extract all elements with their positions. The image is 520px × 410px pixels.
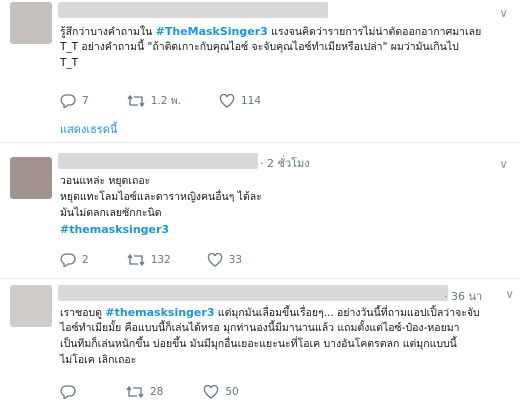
- like-button[interactable]: 33: [207, 253, 242, 267]
- retweet-count: 132: [150, 254, 171, 266]
- reply-button[interactable]: 2: [60, 253, 89, 267]
- tweet-timestamp[interactable]: · 2 ชั่วโมง: [260, 154, 310, 172]
- like-button[interactable]: 114: [219, 93, 262, 108]
- tweet-text-line: เป็นทีมก็เล่นหนักขึ้น บ่อยขึ้น มันมีมุกอ…: [60, 338, 457, 350]
- reply-icon: [60, 253, 76, 267]
- tweet-text-line: มันไม่ตลกเลยซักกะนิด: [60, 207, 162, 219]
- tweet-text-line: หยุดแทะโลมไอซ์และดาราหญิงคนอื่นๆ ได้ละ: [60, 191, 262, 203]
- avatar[interactable]: [10, 285, 52, 327]
- tweet-2[interactable]: · 2 ชั่วโมง ∨ วอนแหล่ะ หยุดเถอะ หยุดแทะโ…: [0, 143, 520, 273]
- retweet-icon: [127, 253, 145, 267]
- retweet-icon: [126, 385, 144, 399]
- heart-icon: [207, 253, 222, 267]
- avatar[interactable]: [10, 2, 52, 44]
- like-count: 33: [228, 254, 243, 266]
- hashtag-link[interactable]: #themasksinger3: [60, 222, 169, 237]
- retweet-button[interactable]: 132: [127, 253, 171, 267]
- tweet-text-line: เราชอบดู #themasksinger3 แต่มุกมันเลื่อม…: [60, 306, 480, 319]
- tweet-timestamp[interactable]: · 36 นา: [444, 287, 482, 305]
- retweet-icon: [127, 94, 145, 107]
- retweet-button[interactable]: 1.2 พ.: [127, 92, 181, 109]
- avatar[interactable]: [10, 157, 52, 199]
- chevron-down-icon[interactable]: ∨: [499, 6, 508, 20]
- author-name-blurred[interactable]: [58, 2, 328, 18]
- author-name-blurred[interactable]: [58, 285, 448, 301]
- tweet-text-line: T_T อย่างคำถามนี้ "ถ้าติดเกาะกับคุณไอซ์ …: [60, 41, 459, 53]
- reply-button[interactable]: [60, 385, 82, 399]
- hashtag-link[interactable]: #themasksinger3: [105, 306, 214, 319]
- tweet-actions: 28 50: [60, 385, 277, 399]
- tweet-text-line: รู้สึกว่าบางคำถามใน #TheMaskSinger3 แรงจ…: [60, 25, 482, 38]
- tweet-1[interactable]: ∨ รู้สึกว่าบางคำถามใน #TheMaskSinger3 แร…: [0, 0, 520, 138]
- retweet-count: 28: [150, 386, 164, 398]
- tweet-text-line: ไอซ์ทำเมียมั้ย คือแบบนี้ก็เล่นได้หรอ มุก…: [60, 322, 460, 334]
- reply-icon: [60, 385, 76, 399]
- reply-count: 7: [82, 94, 89, 107]
- heart-icon: [219, 93, 235, 108]
- tweet-actions: 7 1.2 พ. 114: [60, 92, 299, 109]
- tweet-text-line: T_T: [60, 57, 79, 69]
- tweet-actions: 2 132 33: [60, 253, 280, 267]
- tweet-text-line: ไม่โอเค เลิกเถอะ: [60, 354, 137, 366]
- reply-count: 2: [82, 254, 89, 266]
- retweet-count: 1.2 พ.: [150, 95, 181, 107]
- like-count: 114: [240, 94, 262, 107]
- tweet-text-line: วอนแหล่ะ หยุดเถอะ: [60, 175, 151, 187]
- chevron-down-icon[interactable]: ∨: [505, 287, 514, 301]
- retweet-button[interactable]: 28: [126, 385, 163, 399]
- heart-icon: [204, 385, 219, 399]
- like-count: 50: [225, 386, 239, 398]
- chevron-down-icon[interactable]: ∨: [499, 157, 508, 171]
- reply-icon: [60, 93, 76, 108]
- hashtag-link[interactable]: #TheMaskSinger3: [156, 25, 268, 38]
- tweet-3[interactable]: · 36 นา ∨ เราชอบดู #themasksinger3 แต่มุ…: [0, 279, 520, 410]
- like-button[interactable]: 50: [203, 385, 239, 399]
- show-thread-link[interactable]: แสดงเธรดนี้: [60, 120, 117, 138]
- author-name-blurred[interactable]: [58, 153, 258, 169]
- reply-button[interactable]: 7: [60, 93, 89, 108]
